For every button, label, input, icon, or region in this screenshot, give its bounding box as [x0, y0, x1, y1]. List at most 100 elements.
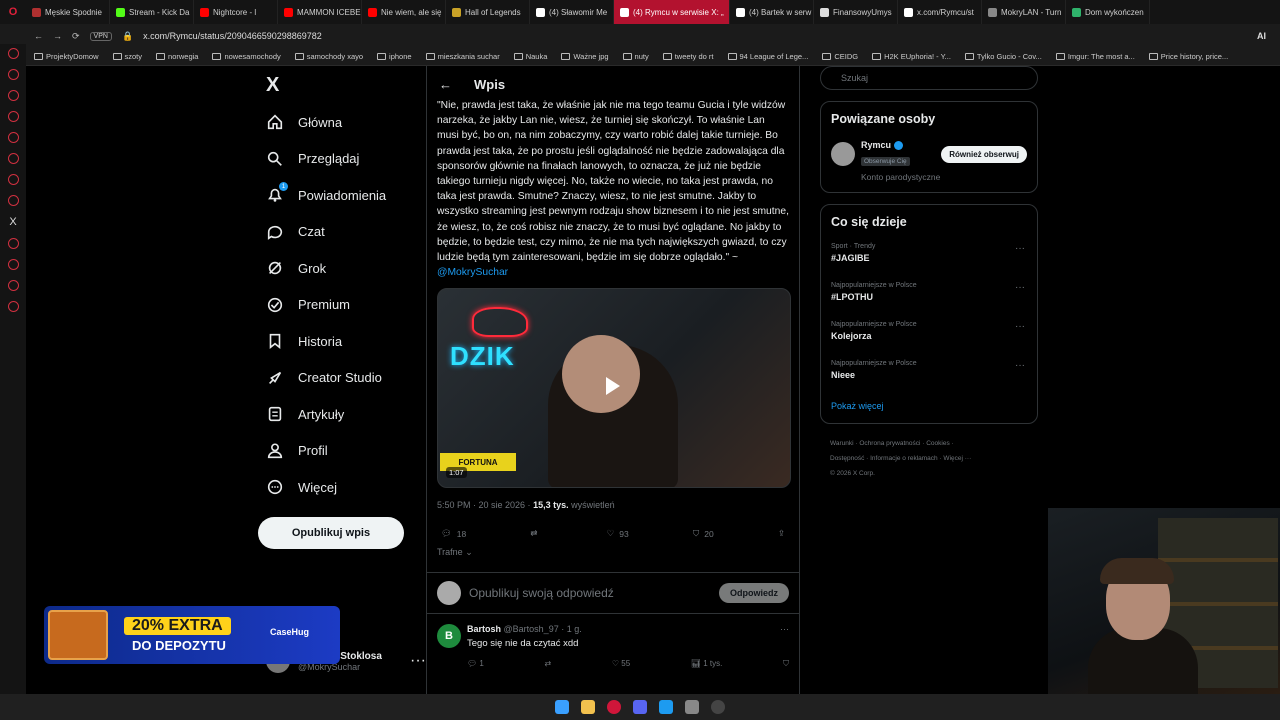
post-time[interactable]: 5:50 PM · 20 sie 2026 ·	[437, 500, 533, 510]
sort-dropdown[interactable]: Trafne ⌄	[427, 539, 799, 558]
nav-item-premium[interactable]: Premium	[258, 287, 423, 324]
repost-action[interactable]: ⇄	[530, 528, 542, 539]
twitch-icon[interactable]	[7, 174, 19, 185]
app-icon[interactable]	[685, 700, 699, 714]
avatar[interactable]: B	[437, 624, 461, 649]
more-dots-icon[interactable]: ···	[1015, 321, 1025, 332]
more-dots-icon[interactable]: ···	[410, 652, 426, 670]
history-icon[interactable]	[7, 259, 19, 270]
bookmark-item[interactable]: Tylko Gucio - Cov...	[964, 52, 1042, 61]
sidebar-app-icon[interactable]	[7, 111, 19, 122]
reply-reply-action[interactable]: 💬︎ 1	[467, 659, 484, 669]
nav-item-home[interactable]: Główna	[258, 104, 423, 141]
nav-item-bell[interactable]: 1 Powiadomienia	[258, 177, 423, 214]
reply-repost-action[interactable]: ⇄	[545, 659, 552, 669]
trend-item[interactable]: Najpopularniejsze w Polsce Kolejorza ···	[831, 321, 1027, 360]
messenger-icon[interactable]	[659, 700, 673, 714]
forward-icon[interactable]: →	[53, 31, 62, 41]
opera-logo-icon[interactable]	[7, 48, 19, 59]
bookmark-item[interactable]: tweety do rt	[662, 52, 714, 61]
reply-button[interactable]: Odpowiedz	[719, 583, 789, 604]
share-action[interactable]: ⇪	[778, 528, 785, 539]
browser-tab[interactable]: Nightcore - l	[194, 0, 278, 24]
browser-tab[interactable]: Hall of Legends	[446, 0, 530, 24]
reply-like-action[interactable]: ♡ 55	[612, 659, 630, 669]
bookmark-action[interactable]: ⛉ 20	[693, 528, 714, 539]
related-person[interactable]: Rymcu Obserwuje Cię Również obserwuj	[831, 140, 1027, 168]
sidebar-app-icon[interactable]	[7, 90, 19, 101]
nav-item-person[interactable]: Profil	[258, 433, 423, 470]
bookmark-icon[interactable]: ⛉	[783, 659, 789, 669]
bookmark-item[interactable]: Price history, price...	[1148, 52, 1228, 61]
ai-button[interactable]: AI	[1257, 31, 1266, 41]
bookmark-item[interactable]: CEIDG	[822, 52, 858, 61]
publish-post-button[interactable]: Opublikuj wpis	[258, 517, 404, 549]
file-explorer-icon[interactable]	[581, 700, 595, 714]
browser-tab[interactable]: Męskie Spodnie	[26, 0, 110, 24]
sidebar-app-icon[interactable]	[7, 69, 19, 80]
browser-tab[interactable]: Nie wiem, ale się	[362, 0, 446, 24]
more-dots-icon[interactable]: ···	[1015, 282, 1025, 293]
trend-item[interactable]: Najpopularniejsze w Polsce #LPOTHU ···	[831, 282, 1027, 321]
bookmark-item[interactable]: ProjektyDomow	[34, 52, 99, 61]
sidebar-app-icon[interactable]	[7, 195, 19, 206]
reply-action[interactable]: 💬︎ 18	[441, 528, 466, 539]
reload-icon[interactable]: ⟳	[72, 31, 80, 42]
browser-tab[interactable]: Dom wykończen	[1066, 0, 1150, 24]
browser-tab[interactable]: (4) Sławomir Me	[530, 0, 614, 24]
nav-item-rocket[interactable]: Creator Studio	[258, 360, 423, 397]
search-input[interactable]: Szukaj	[820, 66, 1038, 90]
bookmark-item[interactable]: nuty	[622, 52, 649, 61]
bookmark-item[interactable]: H2K EUphoria! - Y...	[872, 52, 951, 61]
opera-icon[interactable]	[607, 700, 621, 714]
bookmark-item[interactable]: iphone	[377, 52, 412, 61]
browser-tab[interactable]: FinansowyUmys	[814, 0, 898, 24]
bookmark-item[interactable]: samochody xayo	[294, 52, 363, 61]
chatgpt-icon[interactable]	[7, 153, 19, 164]
opera-menu-icon[interactable]: O	[0, 0, 26, 24]
reply-item[interactable]: B Bartosh @Bartosh_97 · 1 g. ··· Tego się…	[427, 614, 799, 669]
browser-tab[interactable]: MAMMON ICEBE	[278, 0, 362, 24]
sidebar-app-icon[interactable]	[7, 280, 19, 291]
url-field[interactable]: x.com/Rymcu/status/2090466590298869782	[143, 31, 322, 41]
reply-author[interactable]: Bartosh	[467, 624, 501, 634]
video-player[interactable]: DZIK FORTUNA 1:07	[437, 288, 791, 489]
sidebar-app-icon[interactable]	[7, 238, 19, 249]
bookmark-item[interactable]: nowesamochody	[212, 52, 281, 61]
x-logo[interactable]: X	[258, 66, 423, 104]
more-dots-icon[interactable]: ···	[780, 624, 789, 634]
related-name[interactable]: Rymcu	[861, 140, 891, 150]
bookmark-item[interactable]: szoty	[112, 52, 142, 61]
show-more-link[interactable]: Pokaż więcej	[831, 401, 1027, 411]
reply-views-action[interactable]: 📊︎ 1 tys.	[691, 659, 723, 669]
discord-icon[interactable]	[633, 700, 647, 714]
x-icon[interactable]: X	[9, 216, 16, 228]
reply-input[interactable]: Opublikuj swoją odpowiedź	[469, 586, 711, 600]
browser-tab[interactable]: (4) Rymcu w serwisie X: „	[614, 0, 730, 24]
sidebar-app-icon[interactable]	[7, 132, 19, 143]
trend-item[interactable]: Sport · Trendy #JAGIBE ···	[831, 243, 1027, 282]
windows-start-icon[interactable]	[555, 700, 569, 714]
more-dots-icon[interactable]: ···	[1015, 360, 1025, 371]
nav-item-chat[interactable]: Czat	[258, 214, 423, 251]
more-dots-icon[interactable]: ···	[1015, 243, 1025, 254]
browser-tab[interactable]: Stream - Kick Da	[110, 0, 194, 24]
trend-item[interactable]: Najpopularniejsze w Polsce Nieee ···	[831, 360, 1027, 399]
browser-tab[interactable]: MokryLAN - Turn	[982, 0, 1066, 24]
nav-item-search[interactable]: Przeglądaj	[258, 141, 423, 178]
bookmark-item[interactable]: Imgur: The most a...	[1055, 52, 1135, 61]
mention-link[interactable]: @MokrySuchar	[437, 267, 508, 278]
play-icon[interactable]	[606, 377, 620, 396]
bookmark-item[interactable]: Nauka	[513, 52, 547, 61]
vpn-badge[interactable]: VPN	[89, 31, 112, 41]
bookmark-item[interactable]: norwegia	[156, 52, 198, 61]
nav-item-bookmark[interactable]: Historia	[258, 323, 423, 360]
footer-line[interactable]: Dostępność · Informacje o reklamach · Wi…	[830, 451, 1038, 466]
nav-item-article[interactable]: Artykuły	[258, 396, 423, 433]
nav-item-more[interactable]: Więcej	[258, 469, 423, 506]
browser-tab[interactable]: x.com/Rymcu/st	[898, 0, 982, 24]
like-action[interactable]: ♡ 93	[607, 528, 629, 539]
bookmark-item[interactable]: Ważne jpg	[561, 52, 609, 61]
back-arrow-icon[interactable]: ←	[439, 77, 452, 92]
follow-back-button[interactable]: Również obserwuj	[941, 145, 1027, 163]
